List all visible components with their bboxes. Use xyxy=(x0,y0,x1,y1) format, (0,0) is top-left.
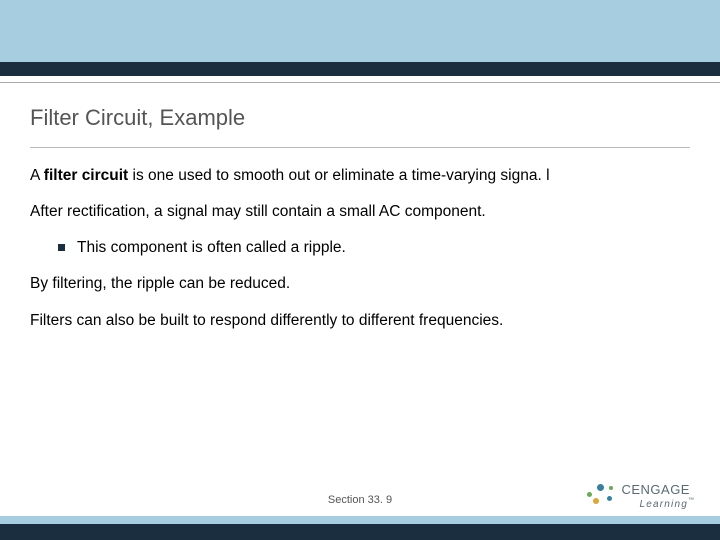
bullet-1-text: This component is often called a ripple. xyxy=(77,238,346,258)
brand-logo: CENGAGE Learning™ xyxy=(587,482,694,510)
header-band-dark xyxy=(0,62,720,76)
logo-dot-icon xyxy=(609,486,613,490)
brand-logo-text: CENGAGE Learning™ xyxy=(621,483,694,510)
logo-dot-icon xyxy=(587,492,592,497)
title-area: Filter Circuit, Example xyxy=(0,83,720,139)
bullet-item-1: This component is often called a ripple. xyxy=(58,238,690,258)
brand-logo-icon xyxy=(587,482,615,510)
footer-band-dark xyxy=(0,524,720,540)
p1-prefix: A xyxy=(30,167,44,184)
brand-sub: Learning xyxy=(639,499,688,510)
paragraph-2: After rectification, a signal may still … xyxy=(30,202,690,222)
p1-bold-term: filter circuit xyxy=(44,167,128,184)
brand-main: CENGAGE xyxy=(621,483,694,496)
slide-title: Filter Circuit, Example xyxy=(30,105,690,131)
p1-suffix: is one used to smooth out or eliminate a… xyxy=(128,167,549,184)
footer-band-light xyxy=(0,516,720,524)
slide: Filter Circuit, Example A filter circuit… xyxy=(0,0,720,540)
slide-body: A filter circuit is one used to smooth o… xyxy=(0,148,720,347)
footer: Section 33. 9 CENGAGE Learning™ xyxy=(0,533,720,540)
paragraph-3: By filtering, the ripple can be reduced. xyxy=(30,274,690,294)
paragraph-1: A filter circuit is one used to smooth o… xyxy=(30,166,690,186)
logo-dot-icon xyxy=(607,496,612,501)
logo-dot-icon xyxy=(597,484,604,491)
paragraph-4: Filters can also be built to respond dif… xyxy=(30,311,690,331)
square-bullet-icon xyxy=(58,244,65,251)
header-band-light xyxy=(0,0,720,62)
trademark-symbol: ™ xyxy=(688,497,694,503)
logo-dot-icon xyxy=(593,498,599,504)
